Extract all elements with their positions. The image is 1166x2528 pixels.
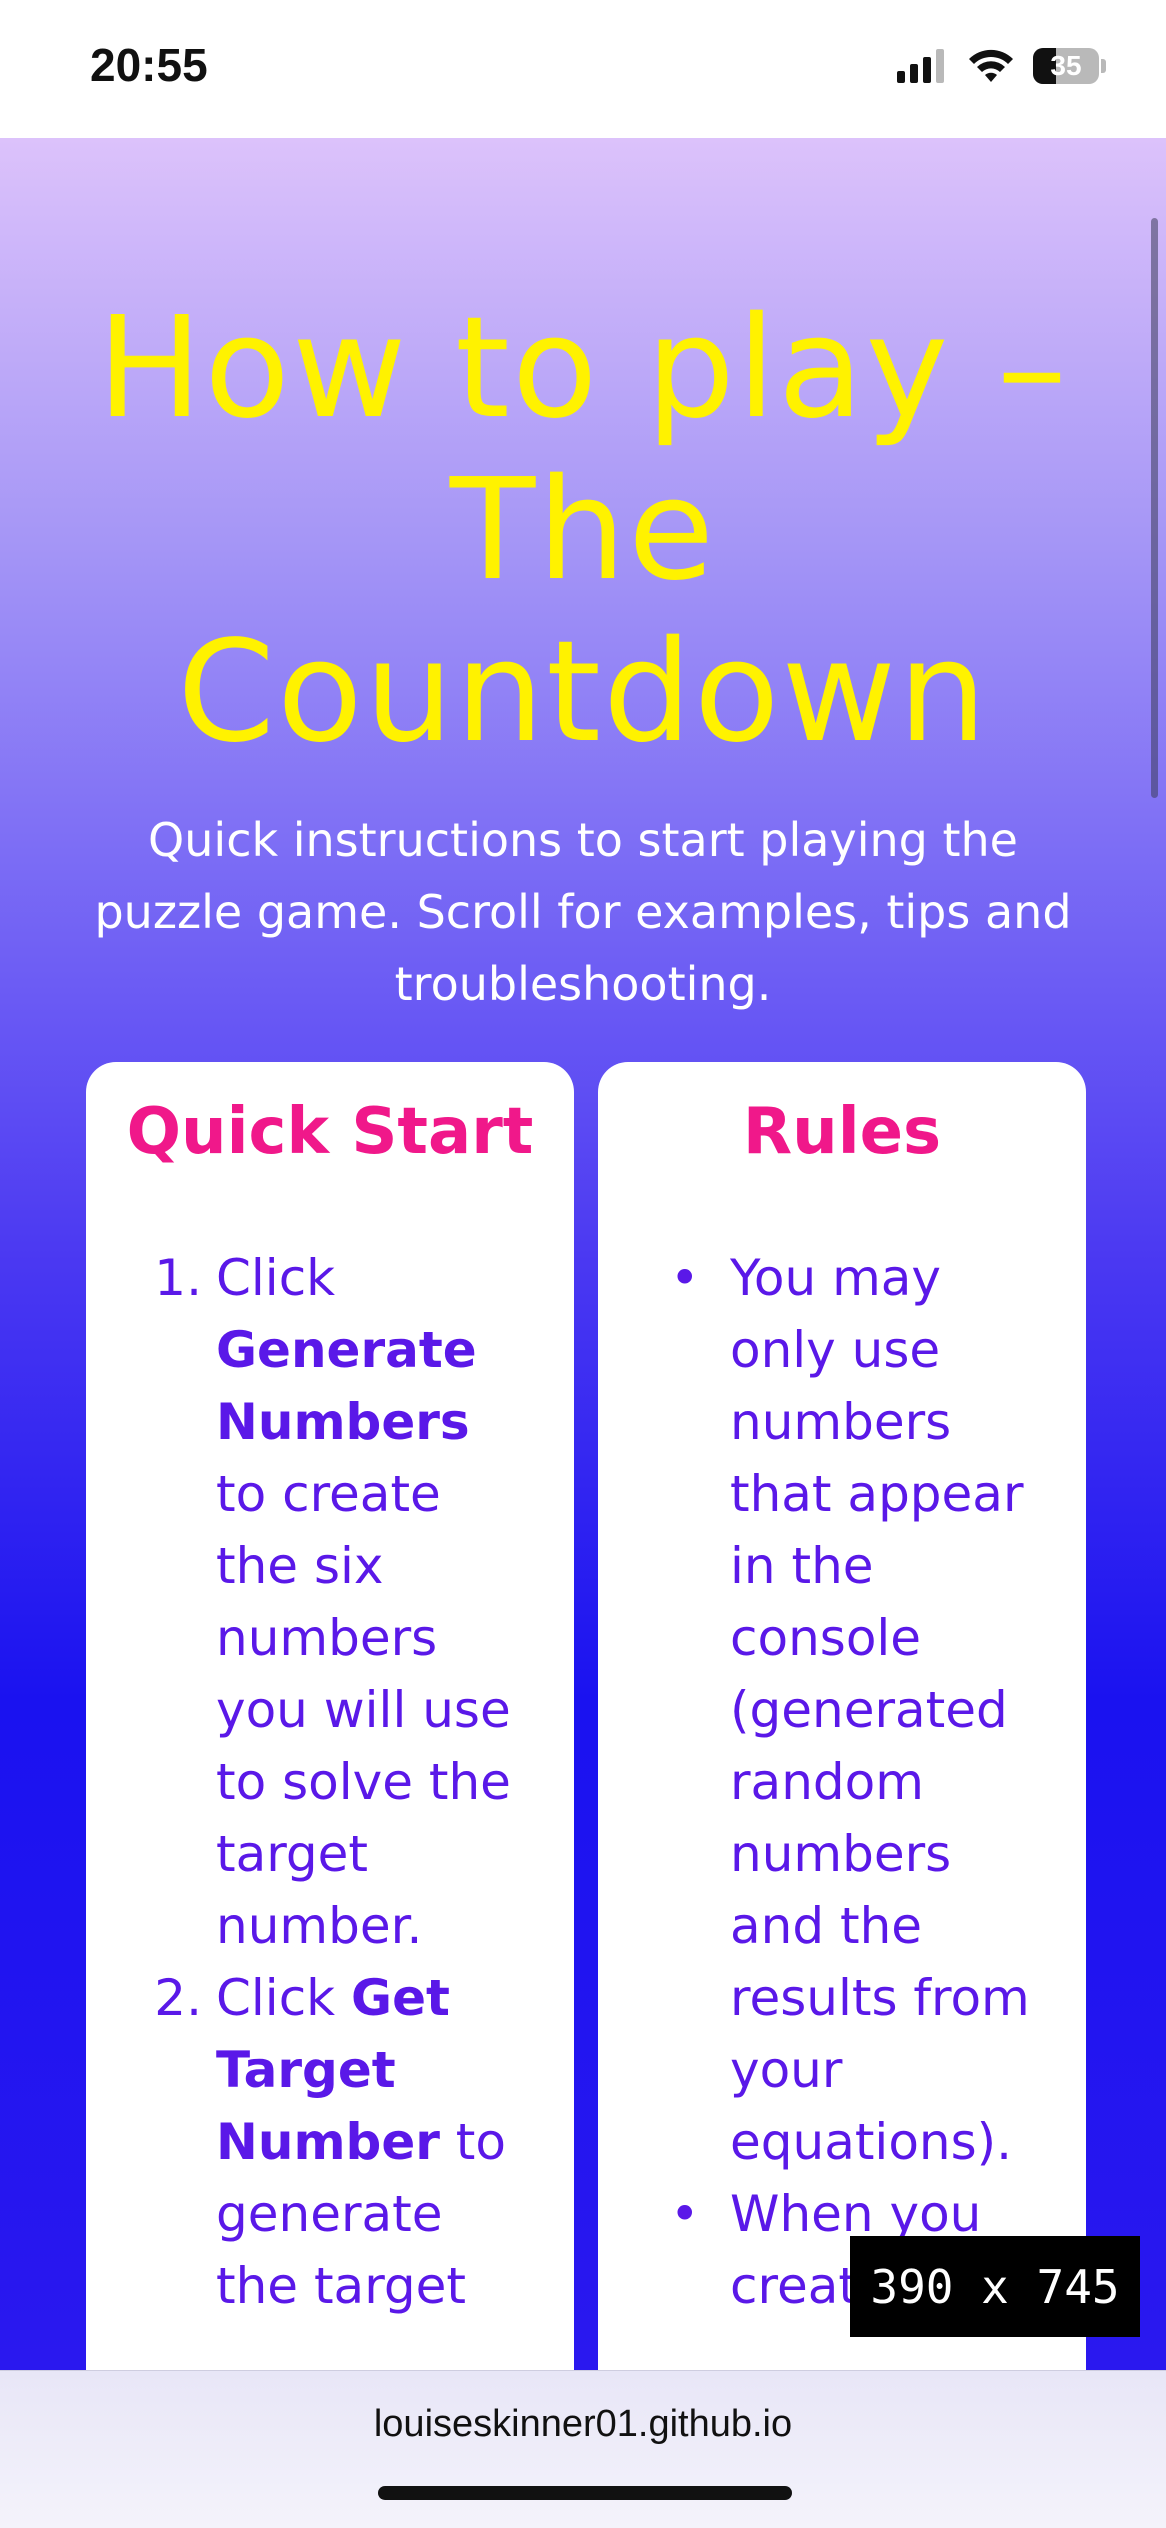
status-bar: 20:55 35 (0, 0, 1166, 138)
step-action-label: Generate Numbers (216, 1321, 477, 1451)
rules-heading: Rules (742, 1095, 942, 1169)
battery-percentage: 35 (1050, 50, 1082, 81)
rules-card: Rules • You may only use numbers that app… (598, 1062, 1086, 2370)
step-text: to create the six numbers you will use t… (216, 1465, 511, 1955)
step-number: 1. (154, 1249, 202, 1307)
step-number: 2. (154, 1969, 202, 2027)
bullet-icon: • (670, 1249, 700, 1307)
battery-icon: 35 (1033, 48, 1099, 84)
rules-list: • You may only use numbers that appear in… (598, 1242, 1058, 2322)
status-icons: 35 (897, 48, 1106, 84)
quick-start-card: Quick Start 1. Click Generate Numbers to … (86, 1062, 574, 2370)
quick-start-heading: Quick Start (126, 1095, 534, 1169)
page-title: How to play – The Countdown (97, 287, 1069, 774)
quick-start-step: 1. Click Generate Numbers to create the s… (86, 1242, 526, 1962)
bullet-icon: • (670, 2185, 700, 2243)
status-time: 20:55 (90, 39, 208, 91)
url-text[interactable]: louiseskinner01.github.io (0, 2403, 1166, 2446)
rule-item: • You may only use numbers that appear in… (598, 1242, 1058, 2178)
page-subtitle: Quick instructions to start playing the … (94, 813, 1072, 1011)
web-page[interactable]: How to play – The Countdown Quick instru… (0, 138, 1166, 2370)
cellular-signal-icon (897, 49, 944, 83)
rule-text: You may only use numbers that appear in … (730, 1249, 1030, 2171)
quick-start-steps: 1. Click Generate Numbers to create the s… (86, 1242, 526, 2322)
viewport-size-badge: 390 x 745 (850, 2236, 1140, 2337)
scrollbar-thumb[interactable] (1151, 218, 1158, 798)
step-text: Click (216, 1249, 336, 1307)
home-indicator[interactable] (378, 2486, 792, 2500)
wifi-icon (969, 49, 1013, 82)
step-text: Click (216, 1969, 352, 2027)
battery-nub (1101, 59, 1106, 73)
browser-address-bar[interactable]: louiseskinner01.github.io (0, 2370, 1166, 2528)
quick-start-step: 2. Click Get Target Number to generate th… (86, 1962, 526, 2322)
